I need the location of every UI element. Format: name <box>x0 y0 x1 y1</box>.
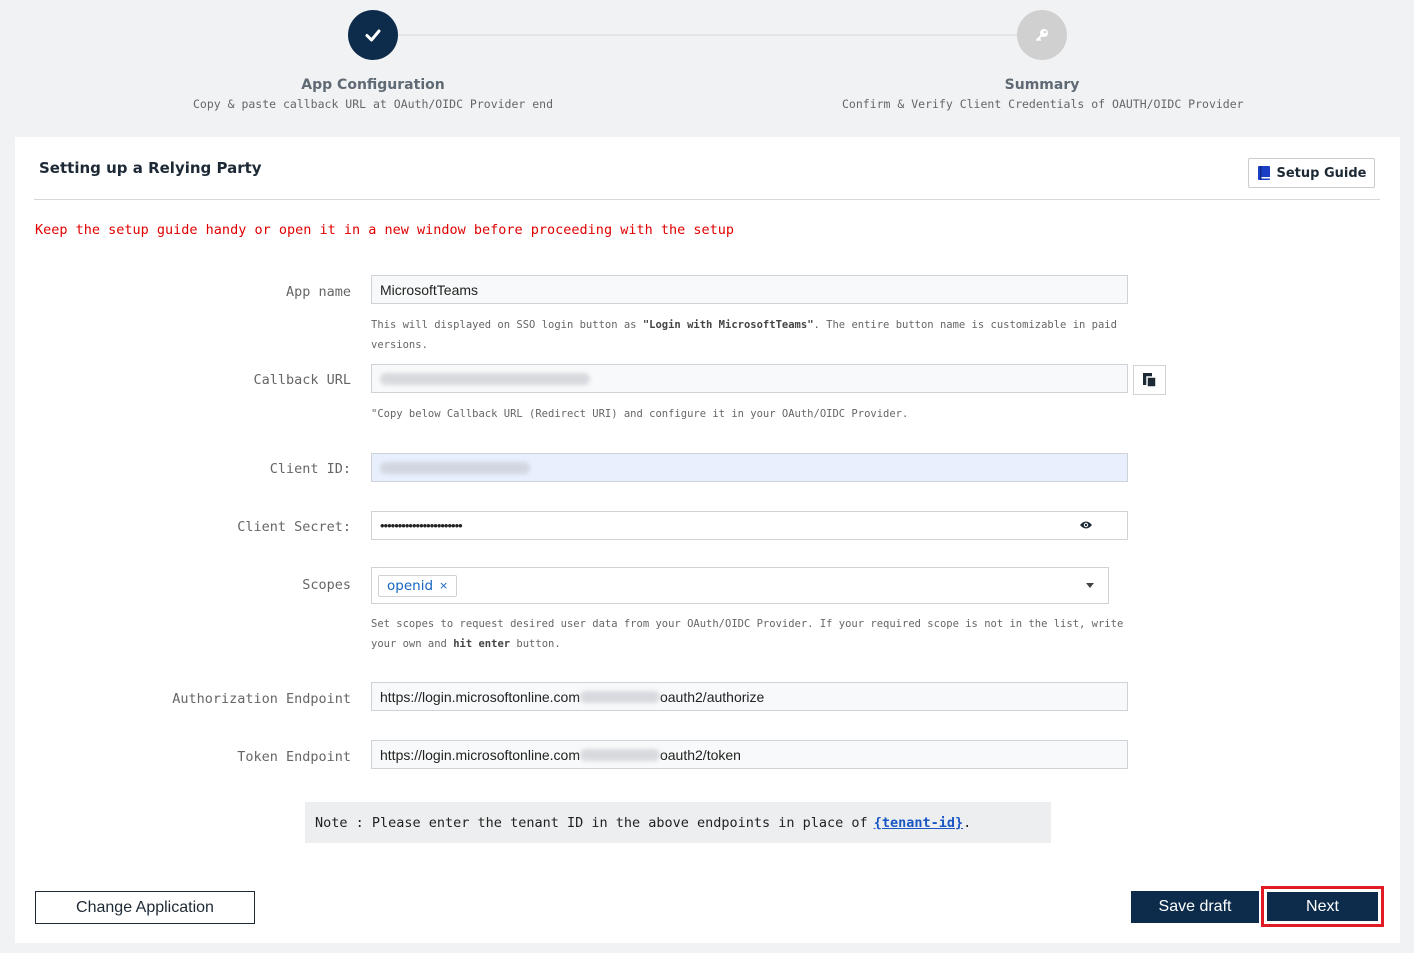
token-endpoint-input[interactable]: https://login.microsoftonline.com oauth2… <box>371 740 1128 769</box>
app-name-label: App name <box>285 284 351 300</box>
copy-callback-button[interactable] <box>1133 365 1166 395</box>
step-1-subtitle: Copy & paste callback URL at OAuth/OIDC … <box>192 97 554 111</box>
app-name-input[interactable]: MicrosoftTeams <box>371 275 1128 304</box>
step-1-indicator <box>348 10 398 60</box>
relying-party-card: Setting up a Relying Party Setup Guide K… <box>15 137 1400 943</box>
scope-chip-openid[interactable]: openid × <box>378 574 458 597</box>
scopes-help: Set scopes to request desired user data … <box>371 618 1124 650</box>
client-secret-value: ••••••••••••••••••••••• <box>380 518 463 533</box>
redacted-callback-url <box>380 372 590 385</box>
redacted-tenant <box>579 748 660 761</box>
step-2-indicator <box>1017 10 1067 60</box>
change-application-button[interactable]: Change Application <box>35 891 255 924</box>
next-button[interactable]: Next <box>1267 892 1378 921</box>
header-divider <box>34 199 1380 200</box>
setup-stepper: App Configuration Copy & paste callback … <box>0 0 1414 130</box>
next-button-highlight: Next <box>1261 886 1384 927</box>
checkmark-icon <box>365 29 381 42</box>
caret-down-icon[interactable] <box>1086 583 1094 588</box>
copy-icon <box>1142 373 1157 388</box>
setup-warning: Keep the setup guide handy or open it in… <box>35 222 734 238</box>
save-draft-button[interactable]: Save draft <box>1131 891 1259 923</box>
setup-guide-label: Setup Guide <box>1276 165 1367 181</box>
scope-chip-label: openid <box>387 577 434 594</box>
client-secret-input[interactable]: ••••••••••••••••••••••• <box>371 511 1128 540</box>
client-id-label: Client ID: <box>269 461 351 477</box>
setup-guide-button[interactable]: Setup Guide <box>1248 158 1375 188</box>
key-icon <box>1036 29 1048 41</box>
scopes-select[interactable]: openid × <box>371 567 1109 604</box>
card-title: Setting up a Relying Party <box>39 159 262 177</box>
stepper-line <box>398 34 1018 36</box>
app-name-value: MicrosoftTeams <box>380 281 479 298</box>
token-endpoint-label: Token Endpoint <box>237 749 351 765</box>
app-name-help: This will displayed on SSO login button … <box>371 319 1117 351</box>
callback-url-help: "Copy below Callback URL (Redirect URI) … <box>371 408 909 420</box>
client-secret-label: Client Secret: <box>237 519 351 535</box>
callback-url-input[interactable] <box>371 364 1128 393</box>
authorization-endpoint-input[interactable]: https://login.microsoftonline.com oauth2… <box>371 682 1128 711</box>
step-2-subtitle: Confirm & Verify Client Credentials of O… <box>842 97 1244 111</box>
step-2-title: Summary <box>1004 77 1080 93</box>
redacted-client-id <box>380 461 530 474</box>
eye-icon[interactable] <box>1079 520 1093 530</box>
tenant-note: Note : Please enter the tenant ID in the… <box>305 802 1051 843</box>
book-icon <box>1257 166 1270 180</box>
client-id-input[interactable] <box>371 453 1128 482</box>
tenant-id-link[interactable]: {tenant-id} <box>874 815 963 831</box>
redacted-tenant <box>579 690 660 703</box>
callback-url-label: Callback URL <box>253 372 351 388</box>
remove-scope-icon[interactable]: × <box>439 579 448 592</box>
authorization-endpoint-label: Authorization Endpoint <box>172 691 351 707</box>
scopes-label: Scopes <box>302 577 351 593</box>
step-1-title: App Configuration <box>301 77 445 93</box>
